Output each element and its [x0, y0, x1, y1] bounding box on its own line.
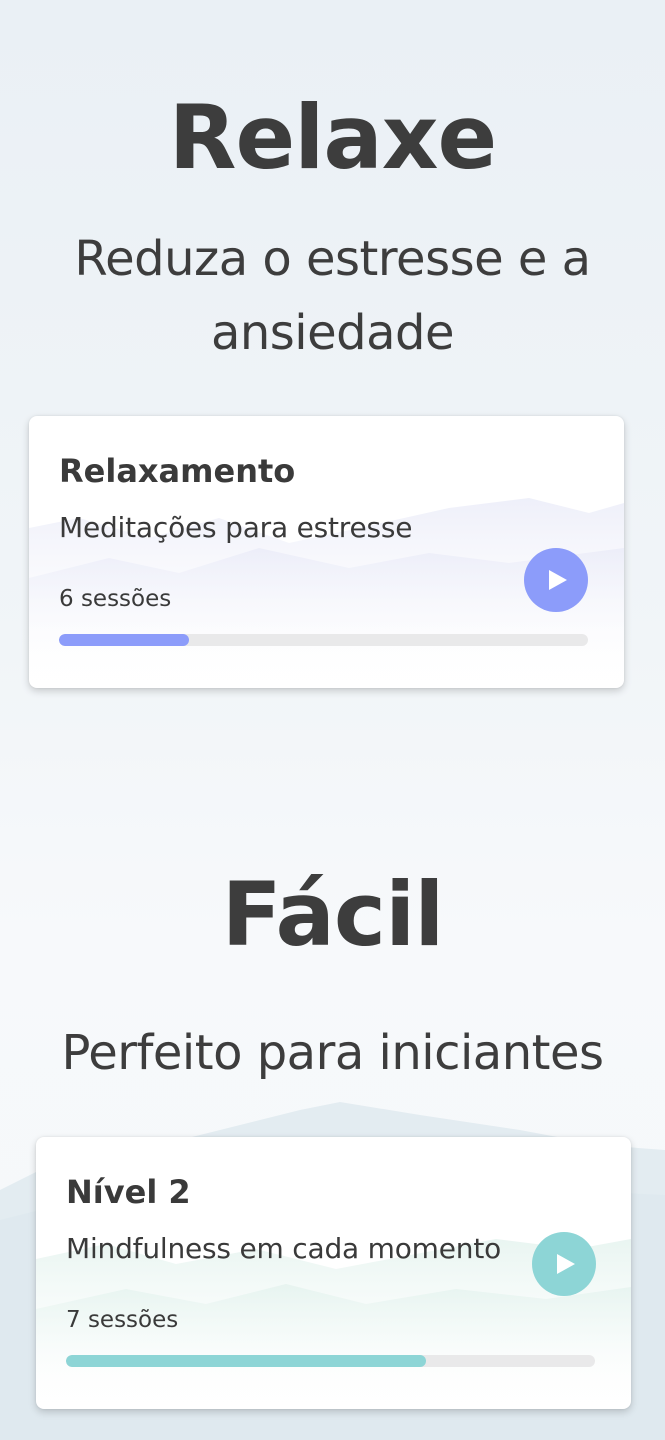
- course-card-relaxamento[interactable]: Relaxamento Meditações para estresse 6 s…: [29, 416, 624, 688]
- progress-bar: [66, 1355, 595, 1367]
- card-subtitle: Meditações para estresse: [59, 511, 413, 544]
- section-relaxe: Relaxe: [0, 94, 665, 182]
- progress-bar-fill: [59, 634, 189, 646]
- card-subtitle: Mindfulness em cada momento: [66, 1232, 502, 1265]
- section-title: Relaxe: [168, 86, 497, 189]
- card-title: Nível 2: [66, 1173, 191, 1211]
- card-title: Relaxamento: [59, 452, 296, 490]
- section-subtitle: Perfeito para iniciantes: [0, 1016, 665, 1090]
- section-subtitle-line-1: Reduza o estresse e a: [74, 231, 591, 287]
- course-card-nivel-2[interactable]: Nível 2 Mindfulness em cada momento 7 se…: [36, 1137, 631, 1409]
- section-facil: Fácil: [0, 871, 665, 959]
- section-subtitle-line-1: Perfeito para iniciantes: [61, 1025, 604, 1081]
- section-subtitle-line-2: ansiedade: [210, 305, 455, 361]
- progress-bar-fill: [66, 1355, 426, 1367]
- sessions-count: 7 sessões: [66, 1307, 179, 1333]
- play-icon: [557, 1254, 575, 1274]
- sessions-count: 6 sessões: [59, 586, 172, 612]
- progress-bar: [59, 634, 588, 646]
- play-icon: [549, 570, 567, 590]
- play-button[interactable]: [524, 548, 588, 612]
- section-title: Fácil: [221, 863, 445, 966]
- play-button[interactable]: [532, 1232, 596, 1296]
- section-subtitle: Reduza o estresse e a ansiedade: [0, 222, 665, 370]
